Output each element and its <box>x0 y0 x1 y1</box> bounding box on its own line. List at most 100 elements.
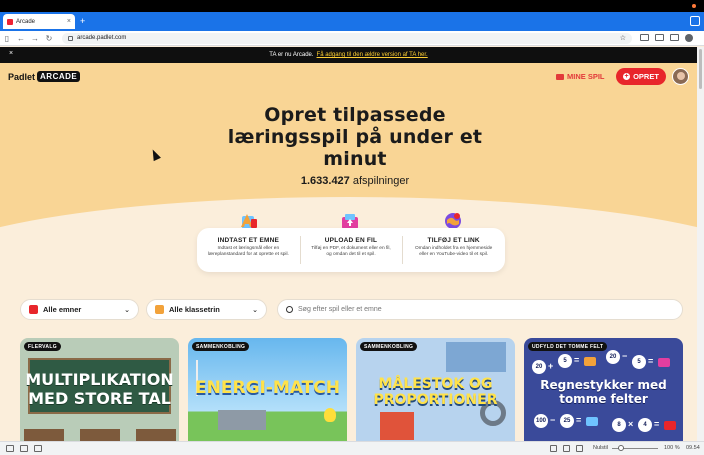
step-title: TILFØJ ET LINK <box>427 237 480 244</box>
zoom-reset-button[interactable]: Nulstil <box>593 445 608 451</box>
blank-box <box>658 358 670 367</box>
clock: 09.54 <box>686 445 700 451</box>
step-description: Omdan indholdet fra en hjemmeside eller … <box>415 246 493 257</box>
game-card-scale-proportions[interactable]: SAMMENKOBLING MÅLESTOK OG PROPORTIONER <box>356 338 515 441</box>
step-description: Tilføj en PDF, et dokument eller en fil,… <box>311 246 391 257</box>
hero-title: Opret tilpassede læringsspil på under et… <box>227 104 483 170</box>
chevron-down-icon: ⌄ <box>124 306 130 314</box>
legacy-version-link[interactable]: Få adgang til den ældre version af TA he… <box>317 52 428 58</box>
number-bubble: 4 <box>638 418 652 432</box>
step-title: INDTAST ET EMNE <box>217 237 280 244</box>
plays-count-value: 1.633.427 <box>300 175 350 187</box>
dam-illustration <box>218 410 266 430</box>
announcement-bar: × TA er nu Arcade. Få adgang til den æld… <box>0 47 697 63</box>
plus-icon: + <box>623 73 631 80</box>
lightbulb-icon <box>324 408 336 422</box>
blueprint-illustration <box>446 342 506 372</box>
status-dot-icon <box>692 4 696 8</box>
sidebar-toggle-icon[interactable]: ▯ <box>0 34 14 43</box>
math-symbol: = <box>648 356 654 366</box>
number-bubble: 100 <box>534 414 548 428</box>
how-it-works-card: INDTAST ET EMNE Indtast et læringsmål el… <box>197 228 505 272</box>
chevron-down-icon: ⌄ <box>252 306 258 314</box>
tab-overview-icon[interactable] <box>690 16 700 26</box>
back-icon[interactable]: ← <box>14 34 28 43</box>
number-bubble: 5 <box>558 354 572 368</box>
step-add-link[interactable]: TILFØJ ET LINK Omdan indholdet fra en hj… <box>402 228 505 272</box>
extension-icon[interactable] <box>640 34 649 41</box>
padlet-arcade-logo[interactable]: Padlet ARCADE <box>8 71 81 82</box>
cloud-icon[interactable] <box>34 445 42 452</box>
logo-badge: ARCADE <box>37 71 81 82</box>
my-games-label: MINE SPIL <box>567 72 605 81</box>
game-type-badge: SAMMENKOBLING <box>192 342 250 351</box>
close-icon[interactable]: × <box>9 50 13 57</box>
math-symbol: − <box>550 415 556 425</box>
address-bar[interactable]: arcade.padlet.com ☆ <box>62 32 632 44</box>
grades-value: Alle klassetrin <box>169 305 220 314</box>
plays-counter: 1.633.427 afspilninger <box>220 175 490 187</box>
new-tab-button[interactable]: + <box>80 15 85 27</box>
math-symbol: + <box>548 361 554 371</box>
download-icon[interactable] <box>655 34 664 41</box>
game-type-badge: FLERVALG <box>24 342 61 351</box>
capture-icon[interactable] <box>550 445 557 452</box>
os-menu-bar <box>0 0 704 12</box>
tab-close-icon[interactable]: × <box>67 18 71 25</box>
browser-tab-arcade[interactable]: Arcade × <box>3 14 75 29</box>
create-label: OPRET <box>633 72 659 81</box>
desk-illustration <box>24 429 64 441</box>
game-card-multiplication[interactable]: FLERVALG MULTIPLIKATION MED STORE TAL <box>20 338 179 441</box>
bookmark-star-icon[interactable]: ☆ <box>620 34 626 42</box>
devtools-icon[interactable] <box>6 445 14 452</box>
user-avatar[interactable] <box>672 68 689 85</box>
number-bubble: 20 <box>532 360 546 374</box>
math-symbol: × <box>628 419 634 429</box>
grades-dropdown[interactable]: Alle klassetrin ⌄ <box>146 299 267 320</box>
lock-icon <box>68 35 73 41</box>
tab-title: Arcade <box>16 18 36 25</box>
math-symbol: = <box>654 419 660 429</box>
blank-box <box>584 357 596 366</box>
page-content: × TA er nu Arcade. Få adgang til den æld… <box>0 47 697 441</box>
math-symbol: = <box>574 355 580 365</box>
step-title: UPLOAD EN FIL <box>324 237 378 244</box>
profile-avatar-icon[interactable] <box>685 34 693 42</box>
plays-count-label: afspilninger <box>352 175 410 187</box>
site-header: Padlet ARCADE MINE SPIL + OPRET <box>0 63 697 91</box>
zoom-slider-handle[interactable] <box>618 445 624 451</box>
reload-icon[interactable]: ↻ <box>42 34 56 43</box>
url-text: arcade.padlet.com <box>77 35 127 41</box>
subjects-dropdown[interactable]: Alle emner ⌄ <box>20 299 139 320</box>
browser-tab-bar: Arcade × + <box>0 12 704 31</box>
game-card-title: MÅLESTOK OG PROPORTIONER <box>373 376 498 408</box>
menu-icon[interactable] <box>670 34 679 41</box>
number-bubble: 20 <box>606 350 620 364</box>
page-scrollbar[interactable] <box>697 47 704 441</box>
game-card-title: MULTIPLIKATION MED STORE TAL <box>25 370 174 408</box>
game-card-fill-blank-equations[interactable]: 20 + 5 = 20 − 5 = 100 − 25 = 8 × 4 = UDF… <box>524 338 683 441</box>
browser-status-bar: Nulstil 100 % 09.54 <box>0 441 704 455</box>
logo-text: Padlet <box>8 71 36 82</box>
tile-icon[interactable] <box>563 445 570 452</box>
blank-box <box>664 421 676 430</box>
school-icon <box>155 305 164 314</box>
scrollbar-thumb[interactable] <box>699 49 702 89</box>
favicon-icon <box>7 18 13 25</box>
blank-box <box>586 417 598 426</box>
create-button[interactable]: + OPRET <box>616 68 666 85</box>
split-view-icon[interactable] <box>20 445 28 452</box>
desk-illustration <box>80 429 120 441</box>
step-upload-file[interactable]: UPLOAD EN FIL Tilføj en PDF, et dokument… <box>299 228 403 272</box>
forward-icon[interactable]: → <box>28 34 42 43</box>
game-card-energy-match[interactable]: SAMMENKOBLING ENERGI-MATCH <box>188 338 347 441</box>
my-games-link[interactable]: MINE SPIL <box>556 72 605 81</box>
subjects-value: Alle emner <box>43 305 82 314</box>
step-enter-topic[interactable]: INDTAST ET EMNE Indtast et læringsmål el… <box>197 228 300 272</box>
search-input[interactable]: Søg efter spil eller et emne <box>277 299 683 320</box>
zoom-level: 100 % <box>664 445 680 451</box>
math-symbol: − <box>622 351 628 361</box>
image-icon[interactable] <box>576 445 583 452</box>
game-card-title: Regnestykker med tomme felter <box>540 378 667 406</box>
announcement-text: TA er nu Arcade. <box>269 52 314 58</box>
